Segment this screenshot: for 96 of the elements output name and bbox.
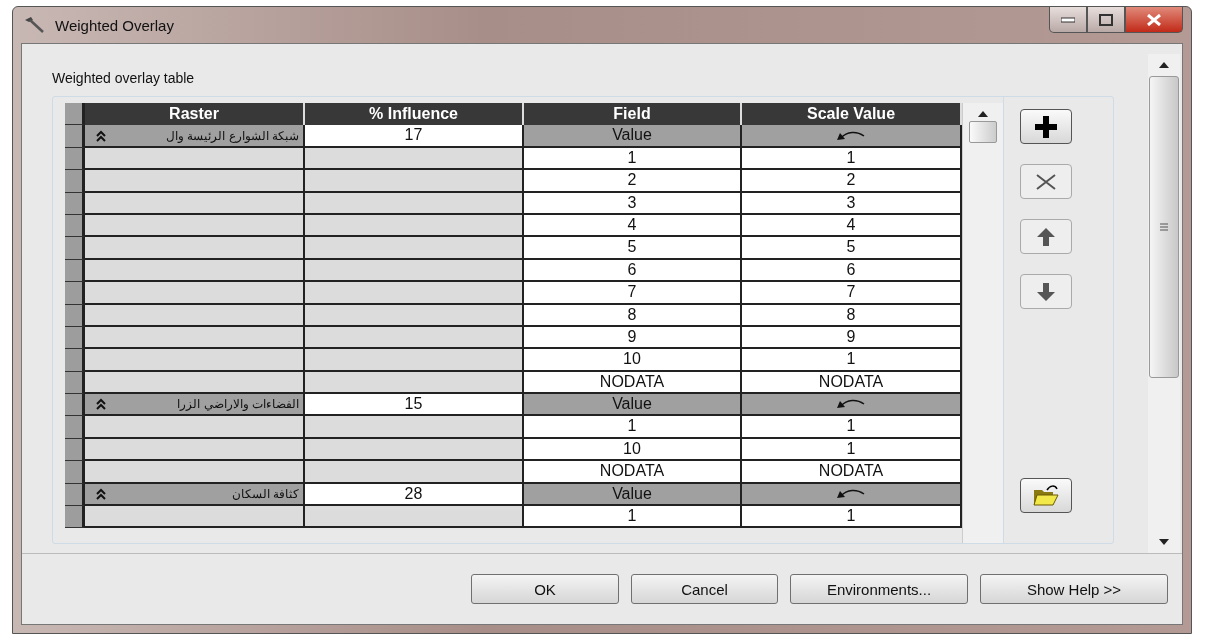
table-cell: NODATA [524,371,742,395]
grip-icon [1160,223,1168,231]
row-header[interactable] [65,214,85,238]
raster-name: شبكة الشوارع الرئيسة وال [165,127,299,145]
table-cell[interactable]: 1 [742,438,962,462]
row-header[interactable] [65,349,85,372]
reset-icon[interactable] [835,398,867,411]
arrow-up-icon [1037,227,1055,246]
table-cell[interactable]: 1 [742,147,962,171]
table-cell[interactable]: 6 [742,259,962,283]
table-cell[interactable]: 3 [742,192,962,215]
close-icon [1147,13,1161,26]
minimize-icon [1061,16,1075,23]
table-cell: 6 [524,259,742,283]
row-header[interactable] [65,170,85,193]
influence-cell[interactable]: 17 [305,125,524,148]
maximize-button[interactable] [1087,7,1125,33]
cancel-button[interactable]: Cancel [631,574,778,604]
row-header[interactable] [65,483,85,507]
field-cell: Value [524,394,742,417]
row-header[interactable] [65,237,85,260]
row-header[interactable] [65,125,85,148]
table-cell[interactable]: 9 [742,326,962,350]
scroll-down-icon[interactable] [1159,539,1169,545]
table-cell[interactable]: 1 [742,416,962,439]
table-label: Weighted overlay table [52,70,196,86]
row-header[interactable] [65,282,85,305]
row-header[interactable] [65,461,85,484]
table-cell: 7 [524,282,742,305]
table-cell: 10 [524,349,742,372]
table-cell: 10 [524,438,742,462]
table-cell[interactable]: NODATA [742,371,962,395]
table-cell[interactable]: 7 [742,282,962,305]
arrow-down-icon [1037,282,1055,301]
table-cell: 8 [524,304,742,327]
column-header: Raster [85,103,305,126]
reset-icon[interactable] [835,487,867,500]
plus-icon [1035,115,1057,138]
row-header[interactable] [65,192,85,215]
influence-cell[interactable]: 28 [305,483,524,507]
scrollbar[interactable] [1148,54,1180,553]
environments-button[interactable]: Environments... [790,574,968,604]
close-button[interactable] [1125,7,1183,33]
table-cell: 3 [524,192,742,215]
scroll-up-icon[interactable] [978,111,988,117]
open-button[interactable] [1020,478,1072,513]
window-title: Weighted Overlay [55,16,174,34]
table-cell: NODATA [524,461,742,484]
reset-icon[interactable] [835,129,867,142]
ok-button[interactable]: OK [471,574,619,604]
table-cell[interactable]: 2 [742,170,962,193]
collapse-icon[interactable] [95,398,107,411]
hammer-icon [23,16,45,34]
collapse-icon[interactable] [95,129,107,142]
help-button[interactable]: Show Help >> [980,574,1168,604]
row-header[interactable] [65,371,85,395]
table-cell: 1 [524,147,742,171]
row-header[interactable] [65,394,85,417]
table-cell[interactable]: 1 [742,506,962,529]
corner-header [65,103,85,126]
column-header: Scale Value [742,103,962,126]
table-cell: 5 [524,237,742,260]
scroll-thumb[interactable] [1149,76,1179,378]
row-header[interactable] [65,259,85,283]
table-cell[interactable]: 1 [742,349,962,372]
table-cell: 2 [524,170,742,193]
field-cell: Value [524,125,742,148]
table-cell[interactable]: 8 [742,304,962,327]
table-cell: 9 [524,326,742,350]
scroll-up-icon[interactable] [1159,62,1169,68]
row-header[interactable] [65,147,85,171]
table-cell: 1 [524,506,742,529]
column-header: % Influence [305,103,524,126]
row-header[interactable] [65,326,85,350]
table-cell[interactable]: 5 [742,237,962,260]
influence-cell[interactable]: 15 [305,394,524,417]
row-header[interactable] [65,416,85,439]
raster-name: كثافة السكان [230,485,299,503]
row-header[interactable] [65,506,85,529]
raster-name: الفضاءات والاراضي الزرا [176,396,299,414]
scrollbar[interactable] [962,103,1003,543]
row-header[interactable] [65,438,85,462]
table-cell[interactable]: NODATA [742,461,962,484]
maximize-icon [1099,13,1113,26]
column-header: Field [524,103,742,126]
minimize-button[interactable] [1049,7,1087,33]
add-button[interactable] [1020,109,1072,144]
close-icon [1035,172,1057,191]
scroll-thumb[interactable] [969,121,997,143]
table-cell: 4 [524,214,742,238]
row-header[interactable] [65,304,85,327]
table-cell[interactable]: 4 [742,214,962,238]
field-cell: Value [524,483,742,507]
table-cell: 1 [524,416,742,439]
folder-icon [1033,484,1059,507]
collapse-icon[interactable] [95,487,107,500]
